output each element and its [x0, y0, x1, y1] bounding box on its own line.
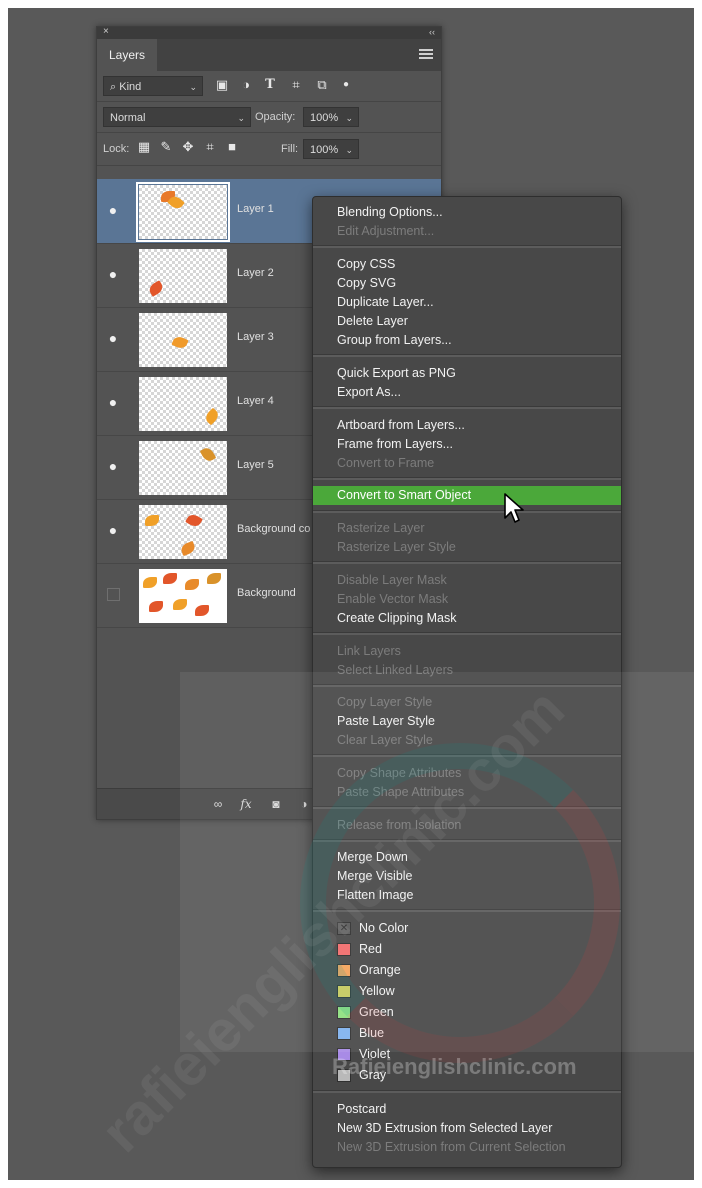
blend-mode-select[interactable]: Normal ⌄	[103, 107, 251, 127]
menu-separator	[313, 406, 621, 409]
filter-kind-select[interactable]: ⌕ Kind ⌄	[103, 76, 203, 96]
menu-item-3d-extrusion-selected-layer[interactable]: New 3D Extrusion from Selected Layer	[313, 1119, 621, 1138]
smart-object-filter-icon[interactable]: ⧉	[313, 76, 331, 94]
chevron-down-icon: ⌄	[345, 145, 353, 155]
menu-item-delete-layer[interactable]: Delete Layer	[313, 312, 621, 331]
opacity-label: Opacity:	[255, 111, 296, 123]
eye-icon[interactable]: ●	[106, 395, 120, 409]
menu-item-group-from-layers[interactable]: Group from Layers...	[313, 331, 621, 350]
shape-layer-filter-icon[interactable]: ⌗	[287, 76, 305, 94]
type-layer-filter-icon[interactable]: T	[261, 76, 279, 94]
chevron-down-icon: ⌄	[237, 113, 245, 123]
menu-separator	[313, 354, 621, 357]
fill-label: Fill:	[281, 143, 299, 155]
menu-item-convert-to-frame: Convert to Frame	[337, 456, 435, 470]
lock-artboard-icon[interactable]: ⌗	[201, 138, 219, 156]
fill-value: 100%	[310, 144, 339, 156]
menu-item-enable-vector-mask: Enable Vector Mask	[337, 592, 449, 606]
eye-icon[interactable]: ●	[106, 331, 120, 345]
adjustment-layer-filter-icon[interactable]: ◑	[237, 76, 255, 94]
menu-separator	[313, 245, 621, 248]
layer-name: Layer 2	[237, 267, 274, 279]
filter-kind-label: Kind	[119, 81, 142, 93]
filter-toggle-icon[interactable]: ●	[337, 76, 355, 94]
menu-separator	[313, 510, 621, 513]
layer-name: Layer 3	[237, 331, 274, 343]
panel-menu-icon[interactable]	[419, 47, 433, 61]
layer-thumbnail	[139, 313, 227, 367]
layer-name: Layer 4	[237, 395, 274, 407]
eye-icon[interactable]: ●	[106, 267, 120, 281]
menu-separator	[313, 1090, 621, 1093]
opacity-field[interactable]: 100% ⌄	[303, 107, 359, 127]
menu-item-create-clipping-mask[interactable]: Create Clipping Mask	[313, 609, 621, 628]
chevron-down-icon: ⌄	[189, 82, 197, 92]
menu-separator	[313, 477, 621, 480]
layer-thumbnail	[139, 505, 227, 559]
menu-item-export-as[interactable]: Export As...	[313, 383, 621, 402]
eye-icon[interactable]: ●	[106, 203, 120, 217]
blend-row: Normal ⌄ Opacity: 100% ⌄	[97, 102, 441, 133]
layer-name: Layer 5	[237, 459, 274, 471]
filter-row: ⌕ Kind ⌄ ▣ ◑ T ⌗ ⧉ ●	[97, 71, 441, 102]
visibility-checkbox[interactable]	[107, 588, 120, 601]
collapse-icon[interactable]: ‹‹	[429, 26, 435, 38]
menu-item-disable-layer-mask: Disable Layer Mask	[337, 573, 447, 587]
layer-name: Layer 1	[237, 203, 274, 215]
menu-item-rasterize-layer-style: Rasterize Layer Style	[337, 540, 456, 554]
menu-item-frame-from-layers[interactable]: Frame from Layers...	[313, 435, 621, 454]
mouse-pointer-icon	[504, 493, 524, 523]
lock-label: Lock:	[103, 143, 130, 155]
opacity-value: 100%	[310, 112, 339, 124]
lock-all-icon[interactable]: ■	[223, 138, 241, 156]
lock-image-pixels-icon[interactable]: ✎	[157, 138, 175, 156]
close-icon[interactable]: ×	[103, 26, 109, 38]
menu-item-link-layers: Link Layers	[337, 644, 401, 658]
panel-title-bar: × ‹‹	[97, 26, 441, 39]
layer-name: Background	[237, 587, 296, 599]
layer-thumbnail	[136, 182, 230, 242]
layer-thumbnail	[139, 441, 227, 495]
menu-item-artboard-from-layers[interactable]: Artboard from Layers...	[313, 416, 621, 435]
menu-item-convert-to-smart-object[interactable]: Convert to Smart Object	[313, 486, 621, 505]
lock-transparent-pixels-icon[interactable]: ▦	[135, 138, 153, 156]
menu-item-quick-export-png[interactable]: Quick Export as PNG	[313, 364, 621, 383]
chevron-down-icon: ⌄	[345, 113, 353, 123]
fill-field[interactable]: 100% ⌄	[303, 139, 359, 159]
watermark-text: Rafieienglishclinic.com	[332, 1054, 577, 1079]
menu-item-edit-adjustment: Edit Adjustment...	[337, 224, 435, 238]
menu-item-rasterize-layer: Rasterize Layer	[337, 521, 425, 535]
menu-item-postcard[interactable]: Postcard	[313, 1100, 621, 1119]
menu-item-blending-options[interactable]: Blending Options...	[313, 203, 621, 222]
lock-position-icon[interactable]: ✥	[179, 138, 197, 156]
layer-name: Background co	[237, 523, 311, 535]
layer-thumbnail	[139, 249, 227, 303]
menu-item-3d-extrusion-current-selection: New 3D Extrusion from Current Selection	[337, 1140, 566, 1154]
eye-icon[interactable]: ●	[106, 523, 120, 537]
menu-item-copy-css[interactable]: Copy CSS	[313, 255, 621, 274]
workspace: × ‹‹ Layers ⌕ Kind ⌄ ▣ ◑ T ⌗ ⧉ ● Normal …	[8, 8, 694, 1180]
menu-item-duplicate-layer[interactable]: Duplicate Layer...	[313, 293, 621, 312]
menu-separator	[313, 632, 621, 635]
layer-thumbnail	[139, 377, 227, 431]
blend-mode-value: Normal	[110, 112, 146, 124]
eye-icon[interactable]: ●	[106, 459, 120, 473]
search-icon: ⌕	[110, 81, 117, 93]
panel-tab-bar: Layers	[97, 39, 441, 71]
lock-row: Lock: ▦ ✎ ✥ ⌗ ■ Fill: 100% ⌄	[97, 133, 441, 166]
menu-separator	[313, 561, 621, 564]
tab-layers[interactable]: Layers	[97, 39, 157, 71]
pixel-layer-filter-icon[interactable]: ▣	[213, 76, 231, 94]
menu-item-copy-svg[interactable]: Copy SVG	[313, 274, 621, 293]
layer-thumbnail	[139, 569, 227, 623]
